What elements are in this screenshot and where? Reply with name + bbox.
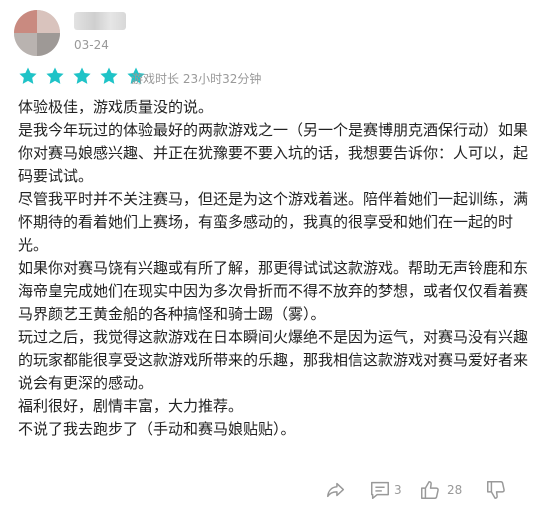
review-paragraph: 福利很好，剧情丰富，大力推荐。 <box>18 397 244 415</box>
review-paragraph: 体验极佳，游戏质量没的说。 <box>18 98 214 116</box>
thumbs-up-icon <box>421 481 439 499</box>
share-button[interactable] <box>325 478 347 502</box>
star-icon <box>100 67 118 84</box>
star-icon <box>46 67 64 84</box>
review-paragraph: 不说了我去跑步了（手动和赛马娘贴贴）。 <box>18 420 296 438</box>
review-paragraph: 尽管我平时并不关注赛马，但还是为这个游戏着迷。陪伴着她们一起训练，满怀期待的看着… <box>18 190 529 254</box>
username-blurred[interactable] <box>74 12 126 30</box>
review-actions: 3 28 <box>325 478 545 502</box>
review-paragraph: 是我今年玩过的体验最好的两款游戏之一（另一个是赛博朋克酒保行动）如果你对赛马娘感… <box>18 121 529 185</box>
play-time: 游戏时长 23小时32分钟 <box>131 72 262 86</box>
avatar[interactable] <box>14 10 60 56</box>
review-paragraph: 如果你对赛马饶有兴趣或有所了解，那更得试试这款游戏。帮助无声铃鹿和东海帝皇完成她… <box>18 259 529 323</box>
comment-icon <box>371 481 389 499</box>
star-icon <box>19 67 37 84</box>
star-icon <box>73 67 91 84</box>
like-button[interactable]: 28 <box>419 478 462 502</box>
rating-row: 游戏时长 23小时32分钟 <box>18 66 538 88</box>
star-rating <box>18 66 148 88</box>
dislike-button[interactable] <box>485 478 507 502</box>
review-date: 03-24 <box>74 38 109 52</box>
like-count: 28 <box>447 483 463 497</box>
comment-button[interactable]: 3 <box>369 478 402 502</box>
comment-count: 3 <box>394 483 402 497</box>
review-header: 03-24 <box>14 10 534 56</box>
review-paragraph: 玩过之后，我觉得这款游戏在日本瞬间火爆绝不是因为运气，对赛马没有兴趣的玩家都能很… <box>18 328 529 392</box>
share-icon <box>327 482 345 498</box>
review-body: 体验极佳，游戏质量没的说。 是我今年玩过的体验最好的两款游戏之一（另一个是赛博朋… <box>18 96 542 441</box>
thumbs-down-icon <box>487 481 505 499</box>
